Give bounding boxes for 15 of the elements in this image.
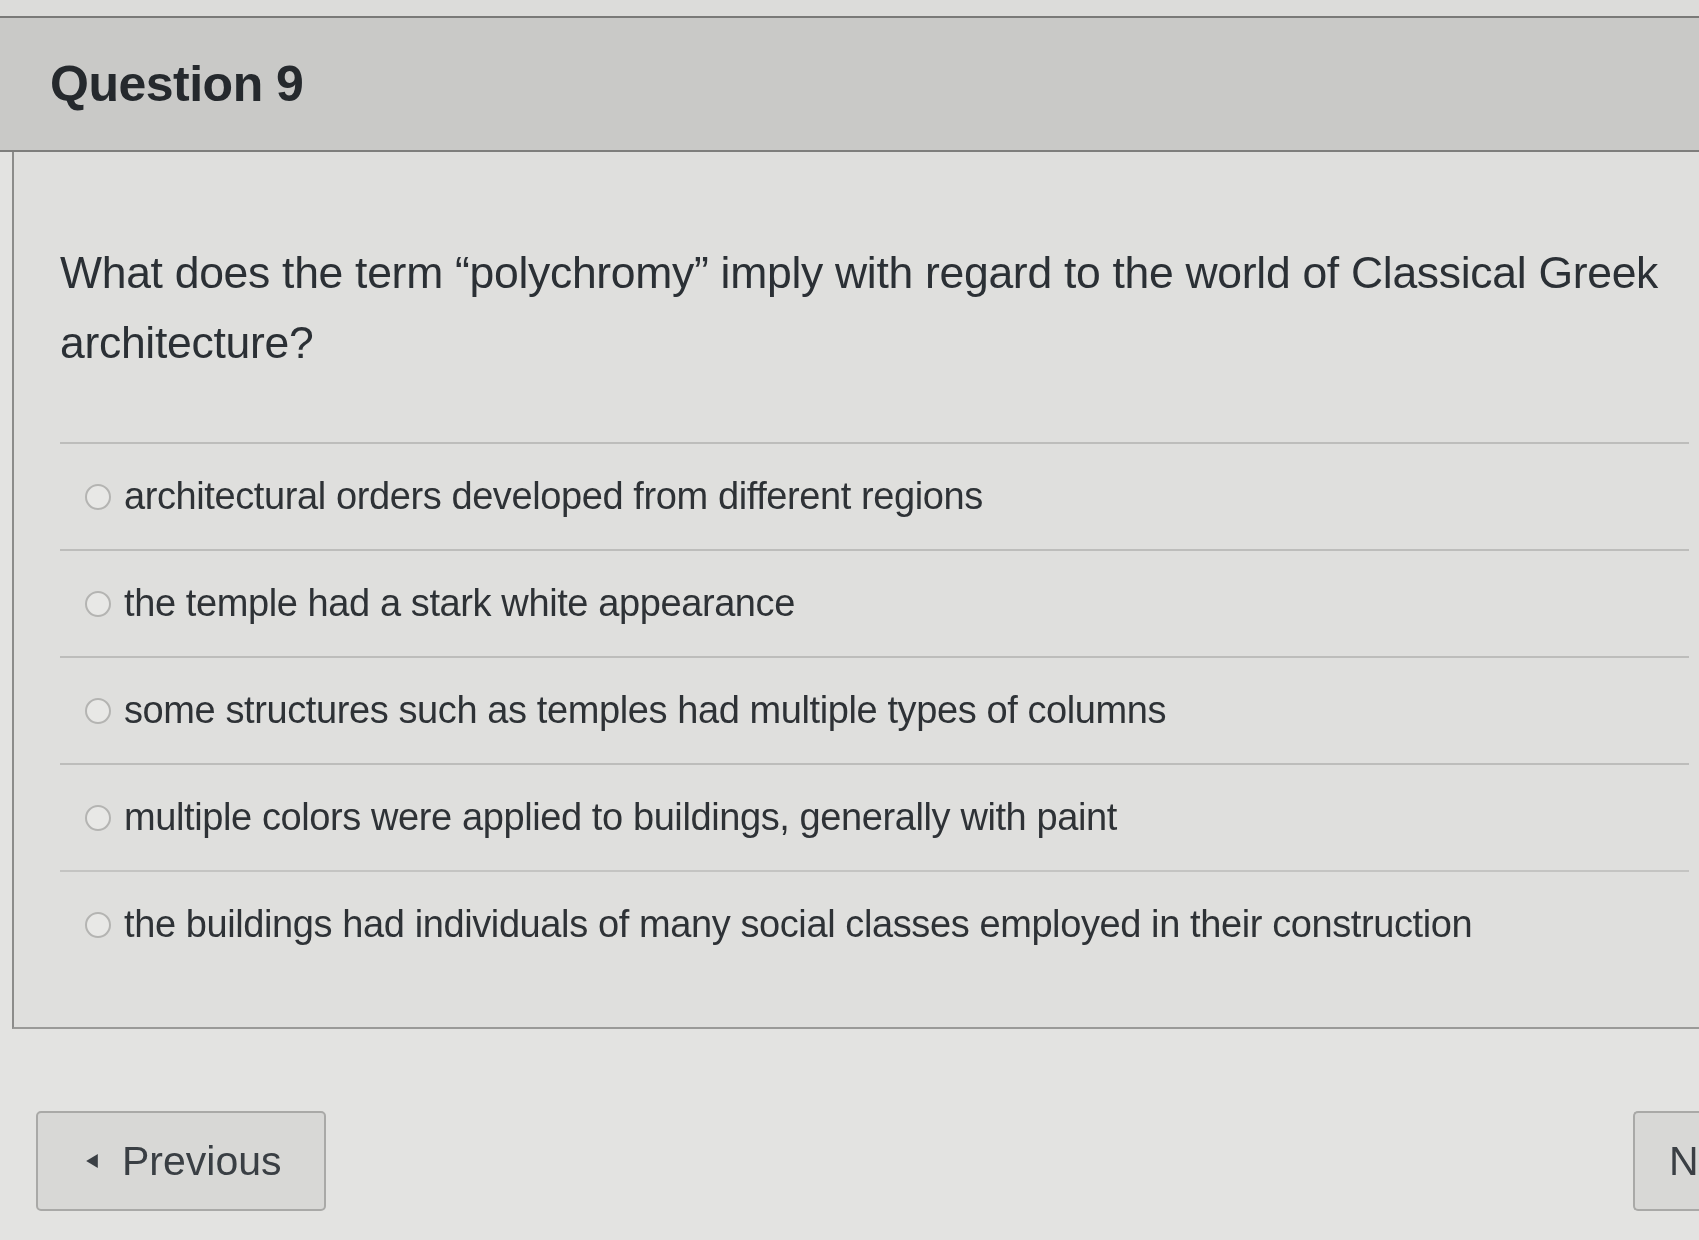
option-label[interactable]: the temple had a stark white appearance xyxy=(124,582,795,625)
radio-button[interactable] xyxy=(85,483,111,510)
option-label[interactable]: some structures such as temples had multiple types of columns xyxy=(124,689,1167,732)
radio-button[interactable] xyxy=(85,697,111,724)
option-label[interactable]: the buildings had individuals of many social classes employed in their construction xyxy=(124,903,1473,946)
next-button[interactable]: N xyxy=(1633,1111,1699,1211)
option-label[interactable]: multiple colors were applied to buildings, generally with paint xyxy=(124,796,1117,839)
caret-icon xyxy=(86,1154,98,1168)
radio-button[interactable] xyxy=(85,911,111,938)
option-label[interactable]: architectural orders developed from different regions xyxy=(124,475,983,518)
question-text: What does the term “polychromy” imply with regard to the world of Classical Greek architecture? xyxy=(60,247,1660,369)
radio-button[interactable] xyxy=(85,804,111,831)
question-title: Question 9 xyxy=(50,55,304,113)
radio-button[interactable] xyxy=(85,590,111,617)
previous-button[interactable]: Previous xyxy=(36,1111,326,1211)
